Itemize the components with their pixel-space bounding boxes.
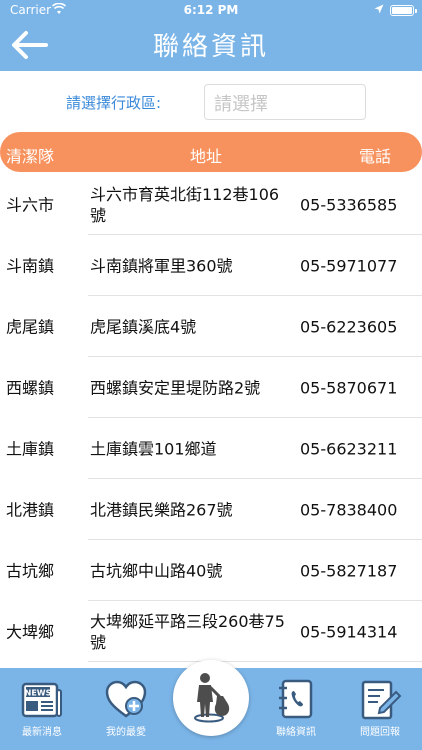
district-select[interactable]: 請選擇 (204, 84, 366, 120)
table-row[interactable]: 大埤鄉 大埤鄉延平路三段260巷75號 05-5914314 (0, 601, 422, 662)
tab-contact-label: 聯絡資訊 (276, 727, 316, 738)
tab-contact[interactable]: 聯絡資訊 (254, 668, 338, 750)
team-address: 大埤鄉延平路三段260巷75號 (90, 611, 285, 652)
form-edit-icon (361, 680, 402, 720)
status-bar: Carrier 6:12 PM (0, 0, 422, 22)
tab-news-label: 最新消息 (22, 727, 62, 738)
row-divider (88, 661, 422, 662)
tab-favorites[interactable]: 我的最愛 (84, 668, 168, 750)
team-phone[interactable]: 05-7838400 (300, 499, 397, 520)
team-name: 古坑鄉 (6, 561, 55, 580)
tab-news[interactable]: NEWS 最新消息 (0, 668, 84, 750)
team-phone[interactable]: 05-5827187 (300, 560, 397, 581)
news-icon-text: NEWS (25, 689, 52, 698)
table-row[interactable]: 古坑鄉 古坑鄉中山路40號 05-5827187 (0, 540, 422, 601)
tab-feedback-label: 問題回報 (360, 727, 400, 738)
team-phone[interactable]: 05-6623211 (300, 438, 397, 459)
header-team: 清潔隊 (6, 147, 55, 166)
center-home-button[interactable] (173, 660, 249, 736)
team-phone[interactable]: 05-5336585 (300, 194, 397, 215)
navigation-bar: Carrier 6:12 PM 聯絡資訊 (0, 0, 422, 71)
team-phone[interactable]: 05-6223605 (300, 316, 397, 337)
team-address: 斗南鎮將軍里360號 (90, 256, 233, 275)
team-name: 西螺鎮 (6, 378, 55, 397)
phone-book-icon (279, 679, 313, 719)
team-phone[interactable]: 05-5971077 (300, 255, 397, 276)
header-phone: 電話 (359, 147, 392, 166)
team-phone[interactable]: 05-5870671 (300, 377, 397, 398)
table-row[interactable]: 斗南鎮 斗南鎮將軍里360號 05-5971077 (0, 235, 422, 296)
tab-favorites-label: 我的最愛 (106, 727, 146, 738)
team-phone[interactable]: 05-5914314 (300, 621, 397, 642)
team-name: 斗六市 (6, 195, 55, 214)
battery-icon (390, 5, 417, 16)
team-name: 大埤鄉 (6, 622, 55, 641)
newspaper-icon: NEWS (21, 682, 62, 718)
location-arrow-icon (374, 4, 384, 14)
team-address: 虎尾鎮溪底4號 (90, 317, 197, 336)
team-address: 土庫鎮雲101鄉道 (90, 439, 217, 458)
heart-plus-icon (105, 680, 147, 718)
team-name: 虎尾鎮 (6, 317, 55, 336)
header-address: 地址 (190, 147, 223, 166)
team-address: 西螺鎮安定里堤防路2號 (90, 378, 261, 397)
district-label: 請選擇行政區: (66, 94, 162, 112)
team-address: 古坑鄉中山路40號 (90, 561, 223, 580)
page-title: 聯絡資訊 (152, 32, 269, 62)
team-name: 北港鎮 (6, 500, 55, 519)
person-trash-bag-icon (194, 673, 230, 723)
tab-feedback[interactable]: 問題回報 (338, 668, 422, 750)
table-row[interactable]: 北港鎮 北港鎮民樂路267號 05-7838400 (0, 479, 422, 540)
team-address: 斗六市育英北街112巷106號 (90, 184, 280, 225)
table-header: 清潔隊 地址 電話 (0, 132, 422, 172)
contact-list[interactable]: 斗六市 斗六市育英北街112巷106號 05-5336585 斗南鎮 斗南鎮將軍… (0, 174, 422, 666)
table-row[interactable]: 土庫鎮 土庫鎮雲101鄉道 05-6623211 (0, 418, 422, 479)
table-row[interactable]: 虎尾鎮 虎尾鎮溪底4號 05-6223605 (0, 296, 422, 357)
team-address: 北港鎮民樂路267號 (90, 500, 233, 519)
table-row[interactable]: 斗六市 斗六市育英北街112巷106號 05-5336585 (0, 174, 422, 235)
team-name: 土庫鎮 (6, 439, 55, 458)
table-row[interactable]: 西螺鎮 西螺鎮安定里堤防路2號 05-5870671 (0, 357, 422, 418)
team-name: 斗南鎮 (6, 256, 55, 275)
status-time: 6:12 PM (183, 3, 239, 17)
